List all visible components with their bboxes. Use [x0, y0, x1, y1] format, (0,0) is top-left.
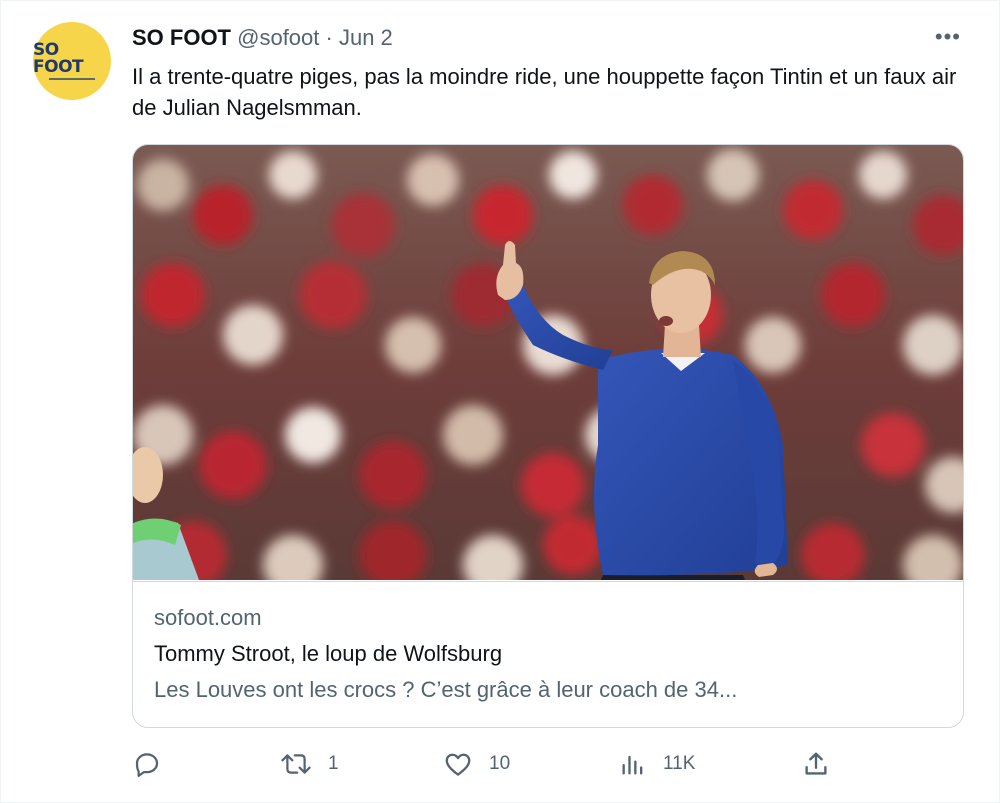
like-count: 10: [489, 753, 511, 774]
reply-icon: [135, 753, 159, 777]
tweet-date[interactable]: Jun 2: [339, 25, 393, 50]
tweet-text: Il a trente-quatre piges, pas la moindre…: [132, 64, 957, 120]
views-icon: [622, 755, 643, 775]
share-icon: [805, 752, 827, 775]
retweet-button[interactable]: 1: [280, 746, 339, 782]
like-button[interactable]: 10: [443, 746, 510, 782]
avatar-logo-underline: [49, 78, 95, 80]
author-handle[interactable]: @sofoot: [237, 25, 319, 50]
more-options-icon[interactable]: •••: [935, 25, 961, 49]
views-button[interactable]: 11K: [619, 746, 695, 782]
tweet-actions: 1 10 11K: [132, 746, 962, 782]
card-domain: sofoot.com: [154, 605, 262, 630]
card-description: Les Louves ont les crocs ? C’est grâce à…: [154, 677, 738, 702]
card-meta[interactable]: sofoot.com Tommy Stroot, le loup de Wolf…: [133, 581, 963, 727]
retweet-count: 1: [328, 753, 339, 774]
card-image[interactable]: [133, 145, 963, 580]
heart-icon: [445, 753, 471, 776]
avatar-logo-text: SO FOOT: [33, 40, 84, 77]
link-card[interactable]: sofoot.com Tommy Stroot, le loup de Wolf…: [132, 144, 964, 728]
tweet-card[interactable]: SO FOOT SO FOOT @sofoot · Jun 2 ••• Il a…: [0, 0, 1000, 803]
reply-button[interactable]: [132, 746, 162, 782]
coach-photo: [133, 145, 963, 580]
header-separator: ·: [325, 25, 333, 50]
avatar[interactable]: SO FOOT: [33, 22, 111, 100]
share-button[interactable]: [801, 746, 831, 782]
tweet-header: SO FOOT @sofoot · Jun 2: [132, 23, 393, 53]
card-title[interactable]: Tommy Stroot, le loup de Wolfsburg: [154, 641, 502, 667]
retweet-icon: [281, 754, 311, 774]
views-count: 11K: [663, 753, 696, 774]
author-name[interactable]: SO FOOT: [132, 25, 231, 50]
